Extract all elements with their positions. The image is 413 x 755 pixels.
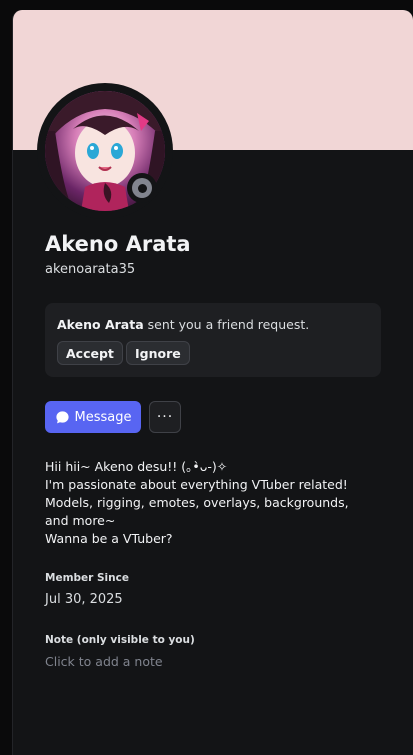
note-label: Note (only visible to you) — [45, 634, 195, 646]
status-dot-hole — [137, 183, 147, 193]
ignore-button[interactable]: Ignore — [126, 341, 190, 365]
member-since-label: Member Since — [45, 572, 129, 584]
member-since-date: Jul 30, 2025 — [45, 592, 123, 607]
username[interactable]: akenoarata35 — [45, 262, 135, 277]
note-input[interactable]: Click to add a note — [45, 654, 365, 669]
accept-button[interactable]: Accept — [57, 341, 123, 365]
friend-request-message: sent you a friend request. — [143, 317, 310, 332]
message-button[interactable]: Message — [45, 401, 141, 433]
friend-request-text: Akeno Arata sent you a friend request. — [57, 317, 309, 332]
friend-request-box: Akeno Arata sent you a friend request. A… — [45, 303, 381, 377]
message-button-label: Message — [74, 409, 132, 425]
friend-request-sender: Akeno Arata — [57, 317, 144, 332]
status-indicator — [127, 173, 157, 203]
bio-line: Hii hii~ Akeno desu!! (｡•̀ᴗ-)✧ — [45, 459, 228, 474]
offline-status-icon — [132, 178, 152, 198]
bio-line: I'm passionate about everything VTuber r… — [45, 477, 348, 492]
display-name: Akeno Arata — [45, 232, 191, 256]
bio-line: Wanna be a VTuber? — [45, 531, 173, 546]
chat-bubble-icon — [55, 410, 69, 423]
bio-line: Models, rigging, emotes, overlays, backg… — [45, 495, 349, 528]
more-icon: ··· — [156, 409, 174, 425]
more-options-button[interactable]: ··· — [149, 401, 181, 433]
profile-card: Akeno Arata akenoarata35 Akeno Arata sen… — [12, 10, 413, 755]
about-me: Hii hii~ Akeno desu!! (｡•̀ᴗ-)✧ I'm passi… — [45, 458, 370, 548]
avatar-container[interactable] — [37, 83, 173, 219]
